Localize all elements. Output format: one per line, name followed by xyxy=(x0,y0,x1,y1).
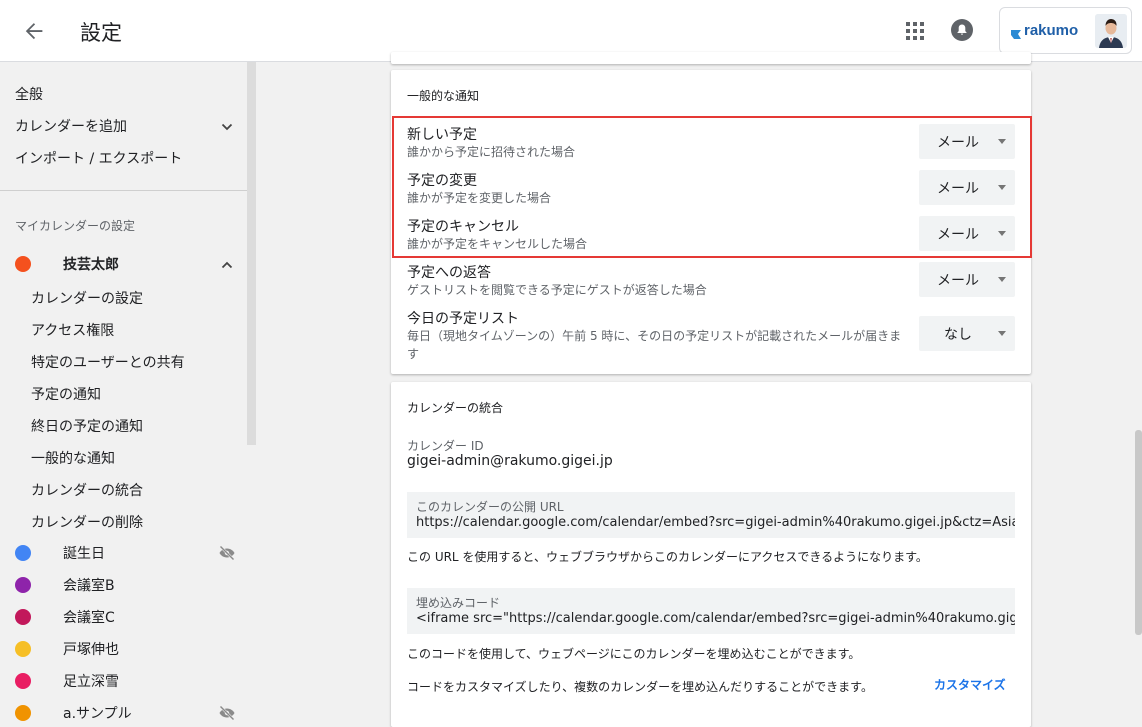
calendar-color-dot xyxy=(15,577,31,593)
back-arrow-icon[interactable] xyxy=(18,15,50,47)
dropdown-arrow-icon xyxy=(998,231,1006,236)
select-value: メール xyxy=(937,227,979,243)
notification-method-select[interactable]: メール xyxy=(919,262,1015,297)
calendar-item-a-sample[interactable]: a.サンプル xyxy=(0,699,247,727)
notification-method-select[interactable]: メール xyxy=(919,170,1015,205)
select-value: メール xyxy=(937,181,979,197)
calendar-item-primary[interactable]: 技芸太郎 xyxy=(0,250,247,278)
my-calendars-section-label: マイカレンダーの設定 xyxy=(15,219,136,233)
select-value: メール xyxy=(937,273,979,289)
embed-code-box[interactable]: 埋め込みコード <iframe src="https://calendar.go… xyxy=(407,588,1015,634)
avatar xyxy=(1095,14,1127,48)
sidebar-divider xyxy=(0,190,247,191)
notification-description: 毎日（現地タイムゾーンの）午前 5 時に、その日の予定リストが記載されたメールが… xyxy=(407,329,902,361)
calendar-name: 戸塚伸也 xyxy=(63,642,119,658)
notification-method-select[interactable]: なし xyxy=(919,316,1015,351)
public-url-box[interactable]: このカレンダーの公開 URL https://calendar.google.c… xyxy=(407,492,1015,538)
chevron-down-icon[interactable] xyxy=(220,119,234,133)
calendar-color-dot xyxy=(15,705,31,721)
notification-method-select[interactable]: メール xyxy=(919,124,1015,159)
customize-help: コードをカスタマイズしたり、複数のカレンダーを埋め込んだりすることができます。 xyxy=(407,680,873,694)
calendar-name: 会議室B xyxy=(63,578,115,594)
general-notifications-card: 一般的な通知 新しい予定 誰かから予定に招待された場合 メール 予定の変更 誰か… xyxy=(391,70,1031,374)
rakumo-logo-icon xyxy=(1010,25,1022,39)
notifications-bell-icon[interactable] xyxy=(950,18,974,42)
calendar-color-dot xyxy=(15,641,31,657)
select-value: なし xyxy=(944,327,972,343)
notification-description: 誰かが予定をキャンセルした場合 xyxy=(407,237,588,251)
calendar-item-adachi[interactable]: 足立深雪 xyxy=(0,667,247,695)
brand-name: rakumo xyxy=(1024,22,1079,39)
dropdown-arrow-icon xyxy=(998,139,1006,144)
chevron-up-icon[interactable] xyxy=(220,257,234,271)
nav-remove-calendar[interactable]: カレンダーの削除 xyxy=(31,512,143,532)
integrate-calendar-card: カレンダーの統合 カレンダー ID gigei-admin@rakumo.gig… xyxy=(391,382,1031,727)
calendar-color-dot xyxy=(15,673,31,689)
section-title: 一般的な通知 xyxy=(407,89,480,103)
notification-method-select[interactable]: メール xyxy=(919,216,1015,251)
section-title: カレンダーの統合 xyxy=(407,401,504,415)
embed-code-label: 埋め込みコード xyxy=(416,596,501,610)
calendar-name: 足立深雪 xyxy=(63,674,119,690)
nav-general-notifications[interactable]: 一般的な通知 xyxy=(31,448,115,468)
public-url-value[interactable]: https://calendar.google.com/calendar/emb… xyxy=(416,515,1015,530)
calendar-item-room-b[interactable]: 会議室B xyxy=(0,571,247,599)
notification-title: 予定の変更 xyxy=(407,173,477,189)
nav-share-with-people[interactable]: 特定のユーザーとの共有 xyxy=(31,352,185,372)
main-scrollbar[interactable] xyxy=(1135,430,1142,635)
calendar-name: 誕生日 xyxy=(63,546,105,562)
embed-code-help: このコードを使用して、ウェブページにこのカレンダーを埋め込むことができます。 xyxy=(407,647,861,661)
visibility-off-icon[interactable] xyxy=(218,544,236,562)
embed-code-value[interactable]: <iframe src="https://calendar.google.com… xyxy=(416,611,1015,626)
visibility-off-icon[interactable] xyxy=(218,704,236,722)
previous-section-card xyxy=(391,52,1031,64)
nav-calendar-settings[interactable]: カレンダーの設定 xyxy=(31,288,143,308)
dropdown-arrow-icon xyxy=(998,185,1006,190)
dropdown-arrow-icon xyxy=(998,277,1006,282)
public-url-help: この URL を使用すると、ウェブブラウザからこのカレンダーにアクセスできるよう… xyxy=(407,550,928,564)
select-value: メール xyxy=(937,135,979,151)
calendar-id-value[interactable]: gigei-admin@rakumo.gigei.jp xyxy=(407,453,613,469)
dropdown-arrow-icon xyxy=(998,331,1006,336)
calendar-color-dot xyxy=(15,256,31,272)
calendar-name: 技芸太郎 xyxy=(63,257,119,273)
calendar-id-label: カレンダー ID xyxy=(407,439,484,453)
apps-grid-icon[interactable] xyxy=(904,20,926,42)
nav-event-notifications[interactable]: 予定の通知 xyxy=(31,384,101,404)
calendar-item-totsuka[interactable]: 戸塚伸也 xyxy=(0,635,247,663)
customize-link[interactable]: カスタマイズ xyxy=(934,676,1006,693)
nav-all-day-notifications[interactable]: 終日の予定の通知 xyxy=(31,416,143,436)
notification-title: 今日の予定リスト xyxy=(407,311,519,327)
settings-sidebar: 全般 カレンダーを追加 インポート / エクスポート マイカレンダーの設定 技芸… xyxy=(0,62,247,727)
public-url-label: このカレンダーの公開 URL xyxy=(416,500,564,514)
calendar-name: a.サンプル xyxy=(63,706,132,722)
notification-description: ゲストリストを閲覧できる予定にゲストが返答した場合 xyxy=(407,283,707,297)
nav-import-export[interactable]: インポート / エクスポート xyxy=(15,148,182,168)
calendar-item-room-c[interactable]: 会議室C xyxy=(0,603,247,631)
notification-description: 誰かから予定に招待された場合 xyxy=(407,145,576,159)
nav-access-permissions[interactable]: アクセス権限 xyxy=(31,320,114,340)
account-switcher[interactable]: rakumo xyxy=(999,7,1132,54)
nav-integrate-calendar[interactable]: カレンダーの統合 xyxy=(31,480,143,500)
notification-title: 新しい予定 xyxy=(407,127,477,143)
sidebar-scrollbar[interactable] xyxy=(247,62,256,445)
calendar-name: 会議室C xyxy=(63,610,115,626)
nav-add-calendar[interactable]: カレンダーを追加 xyxy=(15,116,127,136)
nav-general[interactable]: 全般 xyxy=(15,84,43,104)
notification-description: 誰かが予定を変更した場合 xyxy=(407,191,552,205)
page-title: 設定 xyxy=(80,21,122,45)
calendar-color-dot xyxy=(15,545,31,561)
calendar-color-dot xyxy=(15,609,31,625)
calendar-item-birthdays[interactable]: 誕生日 xyxy=(0,539,247,567)
notification-title: 予定のキャンセル xyxy=(407,219,519,235)
notification-title: 予定への返答 xyxy=(407,265,491,281)
